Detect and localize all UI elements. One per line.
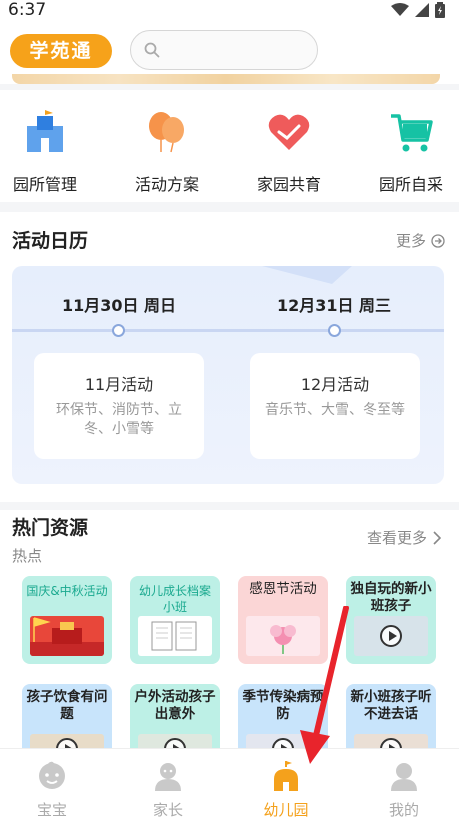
hot-resources: 热门资源 热点 查看更多 国庆&中秋活动 幼儿成长档案小班 感恩节活动 独自玩的… (0, 510, 459, 772)
resource-thumbnail (354, 616, 428, 656)
resource-card-title: 新小班孩子听不进去话 (350, 689, 432, 722)
app-logo: 学苑通 (10, 34, 112, 68)
chevron-right-icon (433, 530, 441, 545)
tab-label: 宝宝 (36, 801, 67, 819)
tab-parent[interactable]: 家长 (128, 761, 208, 820)
resource-card[interactable]: 独自玩的新小班孩子 (346, 576, 436, 664)
quick-nav-activity-plan[interactable]: 活动方案 (117, 110, 217, 195)
search-bar[interactable] (130, 30, 318, 70)
status-icons (391, 2, 445, 18)
calendar-date: 11月30日 周日 (61, 296, 177, 315)
calendar-date: 12月31日 周三 (276, 296, 392, 315)
timeline (12, 329, 444, 332)
activity-box-title: 11月活动 (84, 375, 154, 394)
resource-card-title: 户外活动孩子出意外 (134, 689, 216, 722)
flower-illustration-icon (270, 625, 296, 654)
resource-card-title: 国庆&中秋活动 (26, 584, 108, 598)
resource-card[interactable]: 感恩节活动 (238, 576, 328, 664)
activity-box-desc: 环保节、消防节、立冬、小雪等 (56, 402, 182, 437)
play-icon[interactable] (380, 625, 402, 647)
signal-icon (415, 3, 429, 17)
resource-thumbnail (138, 616, 212, 656)
calendar-card: 11月30日 周日 11月活动 环保节、消防节、立冬、小雪等 12月31日 周三… (12, 266, 444, 484)
tab-kindergarten[interactable]: 幼儿园 (246, 761, 326, 820)
resource-card-title: 幼儿成长档案小班 (138, 584, 211, 614)
resource-thumbnail (246, 616, 320, 656)
status-time: 6:37 (8, 0, 47, 20)
tab-label: 我的 (388, 801, 419, 819)
hot-title: 热门资源 (12, 517, 89, 539)
banner-strip[interactable] (12, 74, 440, 84)
status-bar: 6:37 (0, 0, 459, 24)
quick-nav-home-school[interactable]: 家园共育 (239, 110, 339, 195)
resource-card-title: 独自玩的新小班孩子 (350, 581, 432, 614)
more-label: 查看更多 (366, 529, 427, 547)
balloons-icon (149, 112, 184, 153)
search-input[interactable] (171, 39, 307, 61)
calendar-activity-box[interactable]: 11月活动 环保节、消防节、立冬、小雪等 (34, 353, 204, 459)
resource-card[interactable]: 幼儿成长档案小班 (130, 576, 220, 664)
bottom-tab-bar: 宝宝 家长 幼儿园 我的 (0, 748, 459, 822)
tab-label: 幼儿园 (263, 801, 309, 819)
resource-card-title: 感恩节活动 (249, 581, 317, 597)
quick-nav-label: 园所管理 (12, 175, 77, 194)
calendar-more-link[interactable]: 更多 (396, 230, 445, 251)
resource-card-title: 孩子饮食有问题 (26, 689, 108, 722)
header: 学苑通 (0, 24, 459, 84)
search-icon (144, 42, 160, 58)
user-icon (391, 763, 417, 791)
calendar-decoration (262, 266, 352, 284)
hot-subtitle: 热点 (12, 547, 43, 565)
shopping-cart-icon (391, 114, 433, 152)
activity-box-desc: 音乐节、大雪、冬至等 (265, 402, 405, 418)
document-illustration-icon (151, 621, 197, 651)
hot-more-link[interactable]: 查看更多 (367, 527, 441, 548)
activity-box-title: 12月活动 (300, 375, 370, 394)
calendar-activity-box[interactable]: 12月活动 音乐节、大雪、冬至等 (250, 353, 420, 459)
quick-nav: 园所管理 活动方案 家园共育 园所自采 (0, 90, 459, 202)
battery-icon (435, 2, 445, 18)
parent-icon (155, 763, 181, 791)
more-label: 更多 (395, 232, 426, 250)
tab-baby[interactable]: 宝宝 (12, 761, 92, 820)
resource-card-title: 季节传染病预防 (242, 689, 324, 722)
quick-nav-label: 活动方案 (134, 175, 199, 194)
school-building-icon (27, 110, 63, 152)
quick-nav-school-management[interactable]: 园所管理 (0, 110, 95, 195)
activity-calendar: 活动日历 更多 11月30日 周日 11月活动 环保节、消防节、立冬、小雪等 1… (0, 212, 459, 502)
arrow-circle-right-icon (431, 233, 445, 248)
quick-nav-label: 园所自采 (378, 175, 443, 194)
quick-nav-label: 家园共育 (256, 175, 321, 194)
baby-icon (39, 761, 65, 789)
quick-nav-self-procurement[interactable]: 园所自采 (361, 110, 459, 195)
resource-thumbnail (30, 616, 104, 656)
timeline-dot (112, 324, 125, 337)
tab-label: 家长 (152, 801, 183, 819)
heart-handshake-icon (268, 114, 310, 150)
tab-mine[interactable]: 我的 (364, 761, 444, 820)
calendar-title: 活动日历 (12, 230, 89, 252)
resource-card[interactable]: 国庆&中秋活动 (22, 576, 112, 664)
kindergarten-icon (274, 761, 298, 791)
timeline-dot (328, 324, 341, 337)
wifi-icon (391, 3, 409, 16)
flags-illustration-icon (30, 617, 104, 656)
